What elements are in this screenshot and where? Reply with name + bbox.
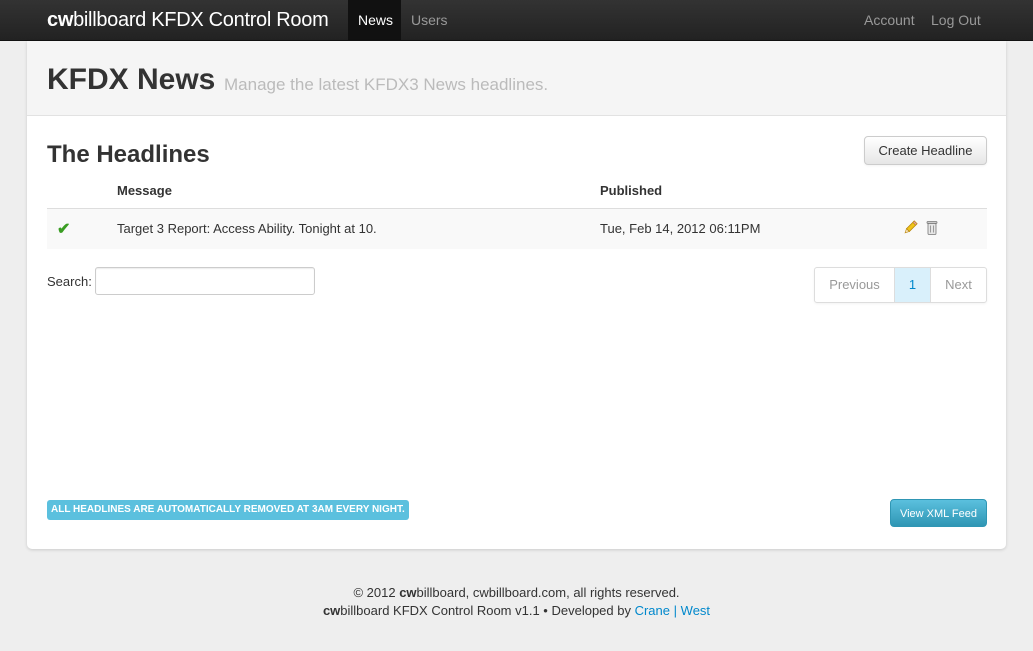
link-crane[interactable]: Crane — [635, 603, 670, 618]
main-panel: KFDX News Manage the latest KFDX3 News h… — [27, 41, 1006, 549]
auto-remove-notice: All headlines are automatically removed … — [47, 500, 409, 520]
footer-credits: cwbillboard KFDX Control Room v1.1 • Dev… — [0, 603, 1033, 618]
footer-copy-text: billboard, cwbillboard.com, all rights r… — [416, 585, 680, 600]
nav-users[interactable]: Users — [401, 0, 458, 40]
row-message: Target 3 Report: Access Ability. Tonight… — [117, 221, 377, 236]
pagination-previous[interactable]: Previous — [815, 268, 894, 302]
footer-credits-text: billboard KFDX Control Room v1.1 • Devel… — [340, 603, 635, 618]
search-label: Search: — [47, 274, 92, 289]
column-header-message: Message — [117, 183, 172, 198]
page-title: KFDX News — [47, 63, 216, 96]
footer-brand-bold-2: cw — [322, 603, 341, 618]
pagination-page-1[interactable]: 1 — [894, 268, 930, 302]
footer-separator: | — [673, 603, 678, 618]
check-icon: ✔ — [57, 221, 71, 238]
pagination: Previous 1 Next — [814, 267, 987, 303]
brand-bold: cw — [47, 9, 74, 31]
footer-brand-bold: cw — [399, 585, 417, 600]
top-navbar: cwbillboard KFDX Control Room News Users… — [0, 0, 1033, 41]
row-published: Tue, Feb 14, 2012 06:11PM — [600, 221, 761, 236]
brand-text: billboard KFDX Control Room — [73, 9, 329, 31]
edit-pencil-icon[interactable] — [902, 220, 918, 241]
nav-logout[interactable]: Log Out — [921, 0, 991, 40]
pagination-next[interactable]: Next — [930, 268, 986, 302]
brand-logo[interactable]: cwbillboard KFDX Control Room — [47, 9, 329, 32]
section-title: The Headlines — [47, 141, 210, 168]
nav-news[interactable]: News — [348, 0, 401, 40]
link-west[interactable]: West — [681, 603, 710, 618]
nav-account[interactable]: Account — [854, 0, 925, 40]
footer-copy-prefix: © 2012 — [353, 585, 400, 600]
create-headline-button[interactable]: Create Headline — [864, 136, 987, 165]
page-subtitle: Manage the latest KFDX3 News headlines. — [224, 75, 549, 94]
column-header-published: Published — [600, 183, 663, 198]
hero-header: KFDX News Manage the latest KFDX3 News h… — [27, 41, 1006, 116]
delete-trash-icon[interactable] — [925, 220, 939, 241]
table-row: ✔ Target 3 Report: Access Ability. Tonig… — [47, 209, 987, 249]
footer-copyright: © 2012 cwbillboard, cwbillboard.com, all… — [0, 585, 1033, 600]
search-input[interactable] — [95, 267, 315, 295]
view-xml-feed-button[interactable]: View XML Feed — [890, 499, 987, 527]
